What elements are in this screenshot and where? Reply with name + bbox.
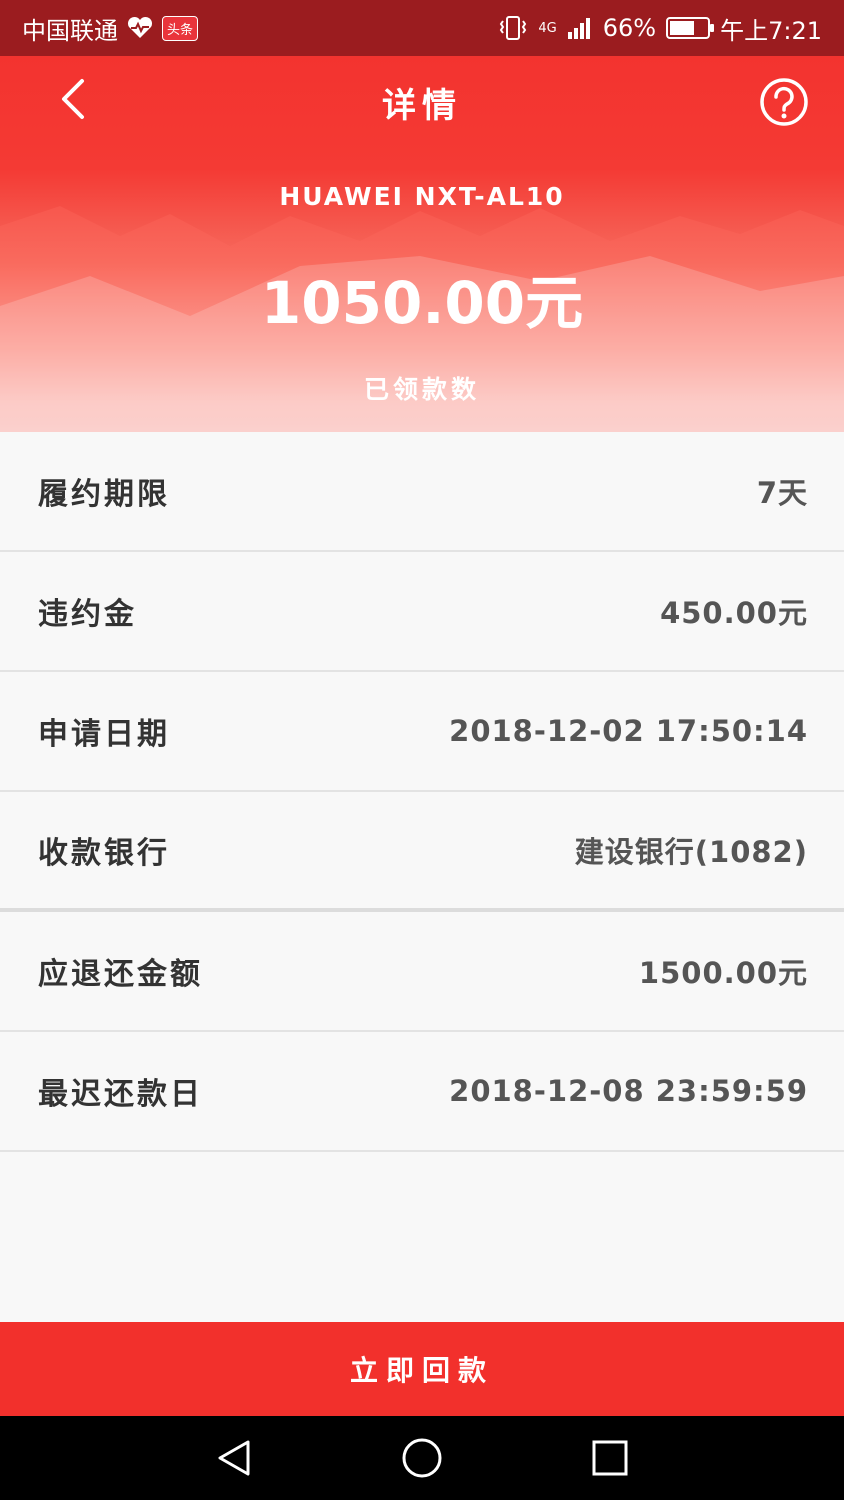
toutiao-badge: 头条 bbox=[162, 15, 199, 41]
detail-value: 建设银行(1082) bbox=[574, 835, 808, 869]
vibrate-icon bbox=[498, 15, 528, 41]
help-button[interactable] bbox=[758, 76, 810, 128]
received-amount-label: 已领款数 bbox=[363, 375, 480, 404]
header-banner: 详情 HUAWEI NXT-AL10 1050.00元 已领款数 bbox=[0, 56, 844, 432]
detail-label: 违约金 bbox=[38, 597, 137, 632]
triangle-back-icon bbox=[218, 1440, 250, 1476]
detail-row-penalty: 违约金 450.00元 bbox=[0, 552, 844, 672]
detail-row-apply-date: 申请日期 2018-12-02 17:50:14 bbox=[0, 672, 844, 792]
detail-value: 7天 bbox=[756, 476, 808, 510]
detail-label: 申请日期 bbox=[38, 717, 170, 752]
battery-icon bbox=[666, 17, 715, 39]
circle-home-icon bbox=[402, 1438, 442, 1478]
detail-label: 应退还金额 bbox=[38, 957, 203, 992]
status-left: 中国联通 头条 bbox=[22, 11, 199, 46]
detail-label: 履约期限 bbox=[38, 477, 170, 512]
nav-back-button[interactable] bbox=[212, 1436, 256, 1480]
detail-value: 450.00元 bbox=[660, 596, 808, 630]
repay-now-button[interactable]: 立即回款 bbox=[0, 1322, 844, 1416]
detail-row-bank: 收款银行 建设银行(1082) bbox=[0, 792, 844, 912]
detail-label: 收款银行 bbox=[38, 836, 170, 871]
system-nav-bar bbox=[0, 1416, 844, 1500]
detail-row-due-date: 最迟还款日 2018-12-08 23:59:59 bbox=[0, 1032, 844, 1152]
signal-icon bbox=[567, 16, 593, 40]
nav-home-button[interactable] bbox=[400, 1436, 444, 1480]
detail-value: 2018-12-08 23:59:59 bbox=[449, 1074, 808, 1108]
detail-value: 1500.00元 bbox=[638, 956, 808, 990]
battery-fill bbox=[670, 21, 694, 35]
detail-row-refund-amount: 应退还金额 1500.00元 bbox=[0, 912, 844, 1032]
received-amount: 1050.00元 bbox=[260, 269, 584, 337]
device-name: HUAWEI NXT-AL10 bbox=[279, 182, 565, 211]
detail-value: 2018-12-02 17:50:14 bbox=[449, 714, 808, 748]
square-recent-icon bbox=[592, 1440, 628, 1476]
heart-pulse-icon bbox=[126, 16, 154, 40]
status-bar: 中国联通 头条 4G 66% 午上7:21 bbox=[0, 0, 844, 56]
battery-percent: 66% bbox=[602, 14, 657, 42]
detail-row-term: 履约期限 7天 bbox=[0, 432, 844, 552]
network-type: 4G bbox=[538, 20, 557, 36]
question-circle-icon bbox=[760, 78, 808, 126]
clock: 午上7:21 bbox=[720, 16, 822, 45]
page-title: 详情 bbox=[382, 86, 462, 126]
nav-recent-button[interactable] bbox=[588, 1436, 632, 1480]
status-right: 4G 66% 午上7:21 bbox=[498, 11, 822, 46]
nav-bar: 详情 bbox=[0, 56, 844, 146]
carrier-name: 中国联通 bbox=[22, 16, 118, 45]
detail-label: 最迟还款日 bbox=[38, 1077, 203, 1112]
details-list: 履约期限 7天 违约金 450.00元 申请日期 2018-12-02 17:5… bbox=[0, 432, 844, 1152]
